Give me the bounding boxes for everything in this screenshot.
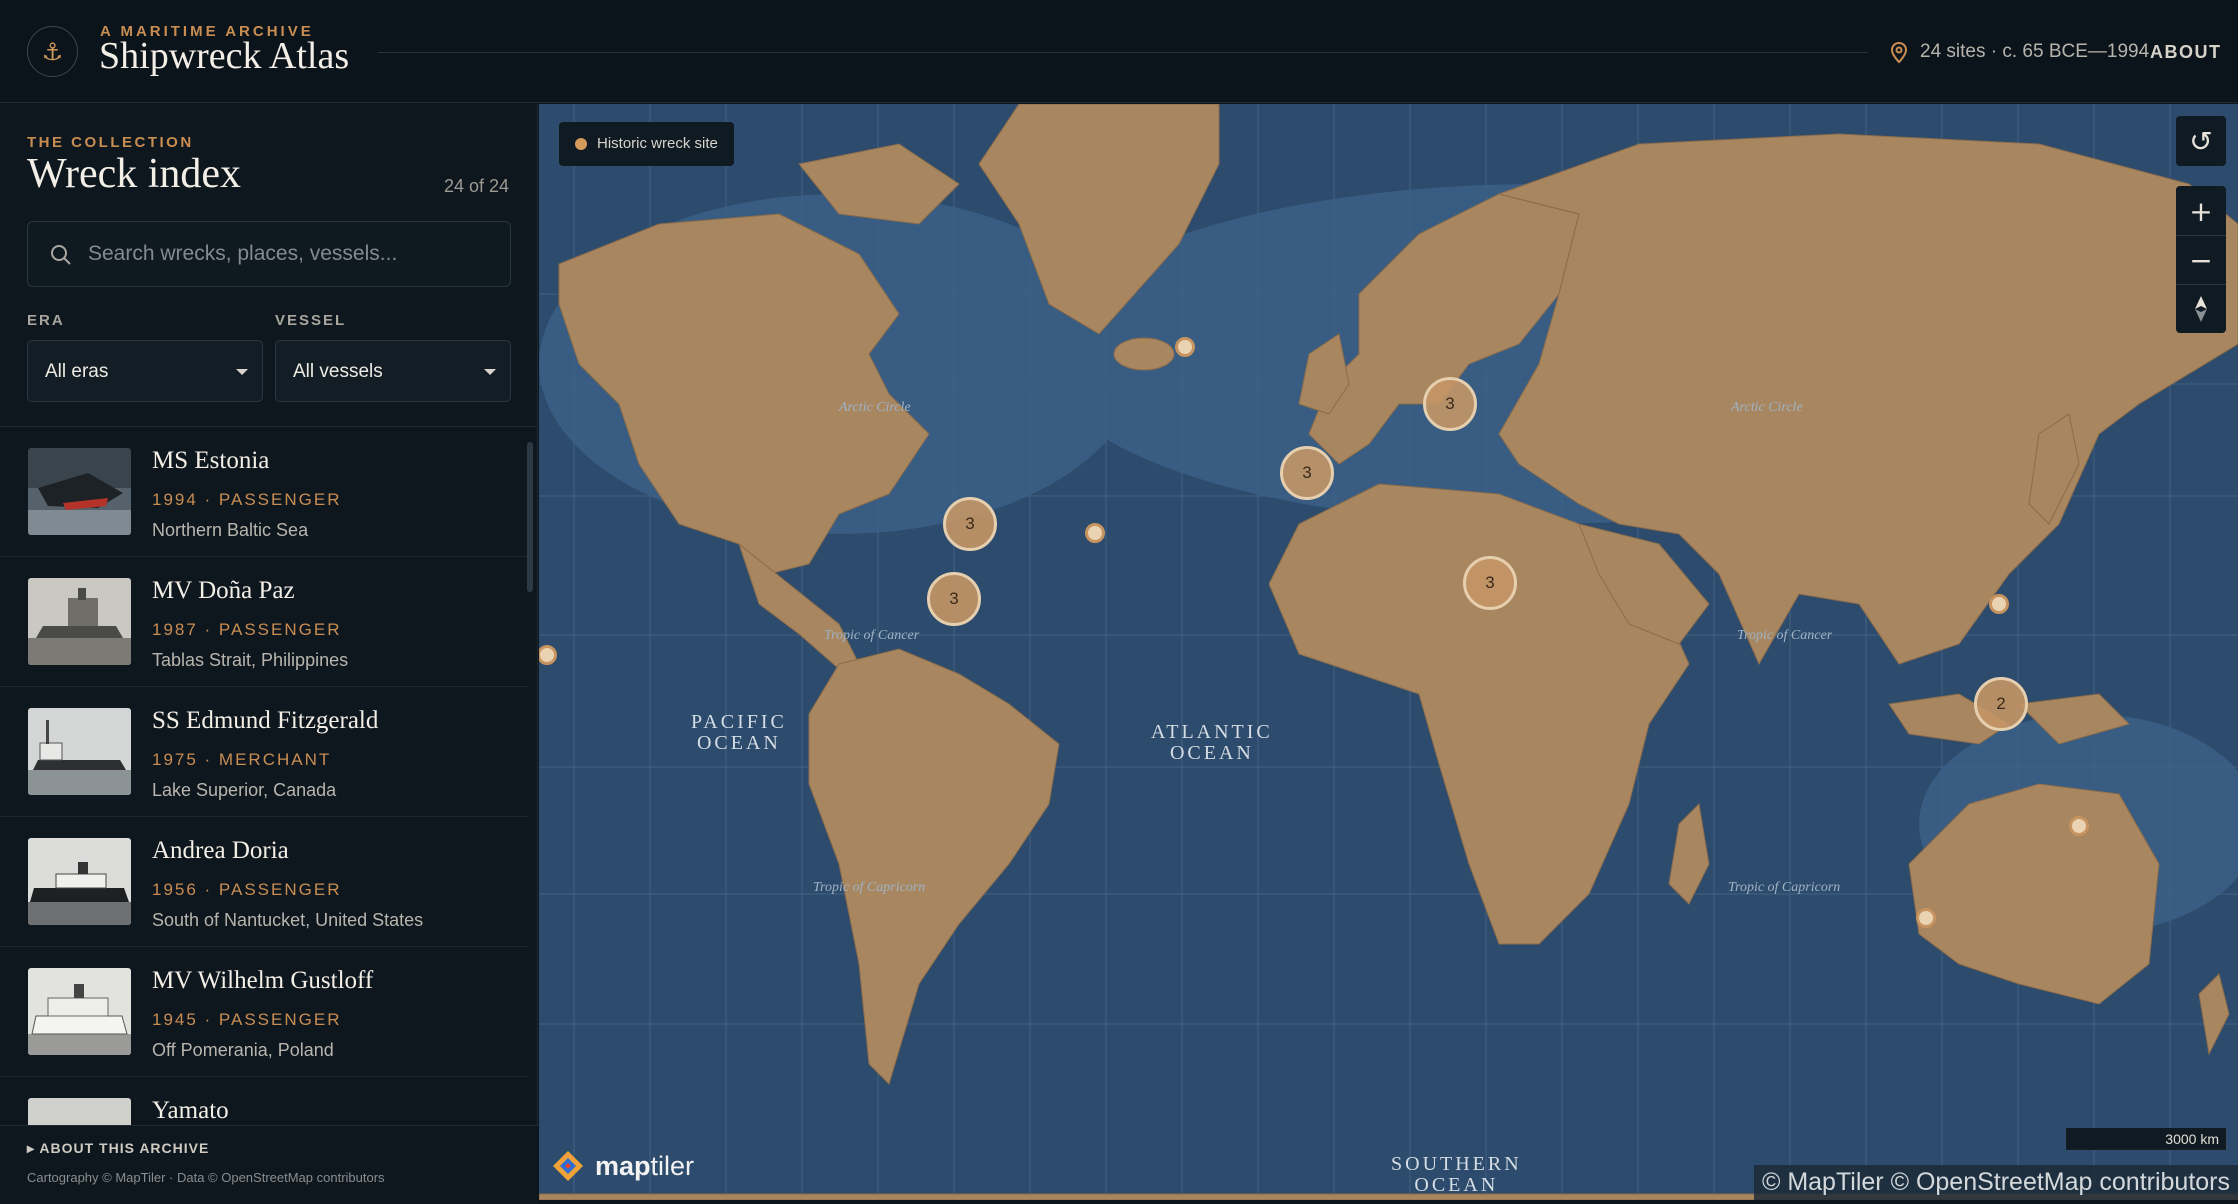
zoom-controls: + − (2176, 186, 2226, 333)
era-select[interactable]: All eras (27, 340, 263, 402)
wreck-meta: 1956 · PASSENGER (152, 880, 342, 899)
world-map[interactable]: Historic wreck site ↺ + − Arctic Circle … (539, 104, 2238, 1200)
wreck-marker[interactable] (1175, 337, 1195, 357)
reset-view-button[interactable]: ↺ (2176, 116, 2226, 166)
compass-button[interactable] (2176, 284, 2226, 334)
pacific-ocean-label: PACIFIC OCEAN (691, 711, 787, 754)
reset-icon: ↺ (2189, 124, 2213, 158)
wreck-list[interactable]: MS Estonia 1994 · PASSENGER Northern Bal… (0, 427, 528, 1125)
vessel-value: All vessels (293, 361, 383, 382)
location-pin-icon (1890, 42, 1908, 64)
wreck-cluster[interactable]: 3 (1280, 446, 1334, 500)
wreck-list-item[interactable]: SS Edmund Fitzgerald 1975 · MERCHANT Lak… (0, 687, 528, 817)
wreck-list-item[interactable]: MV Wilhelm Gustloff 1945 · PASSENGER Off… (0, 947, 528, 1077)
result-count: 24 of 24 (443, 176, 509, 196)
arctic-circle-label: Arctic Circle (839, 400, 911, 415)
zoom-in-icon: + (2189, 194, 2213, 228)
wreck-location: Northern Baltic Sea (152, 520, 309, 540)
wreck-meta: 1975 · MERCHANT (152, 750, 332, 769)
wreck-name: MV Doña Paz (152, 577, 295, 604)
wreck-cluster[interactable]: 3 (943, 497, 997, 551)
wreck-location: Off Pomerania, Poland (152, 1040, 334, 1060)
chevron-down-icon (236, 369, 248, 375)
wreck-thumbnail (28, 1098, 131, 1125)
wreck-list-item[interactable]: MS Estonia 1994 · PASSENGER Northern Bal… (0, 427, 528, 557)
zoom-out-icon: − (2189, 243, 2213, 277)
legend-label: Historic wreck site (597, 135, 718, 152)
collection-kicker: THE COLLECTION (27, 134, 194, 151)
map-attribution[interactable]: © MapTiler © OpenStreetMap contributors (1753, 1165, 2238, 1200)
wreck-list-item[interactable]: Yamato (0, 1077, 528, 1125)
search-icon (51, 245, 71, 265)
wreck-cluster[interactable]: 2 (1974, 677, 2028, 731)
wreck-meta: 1987 · PASSENGER (152, 620, 342, 639)
wreck-list-item[interactable]: Andrea Doria 1956 · PASSENGER South of N… (0, 817, 528, 947)
header-divider (378, 52, 1868, 53)
wreck-name: Andrea Doria (152, 837, 289, 864)
sidebar-footer: ▸ ABOUT THIS ARCHIVE Cartography © MapTi… (0, 1125, 538, 1204)
index-title: Wreck index (27, 151, 242, 197)
cartography-credit: Cartography © MapTiler · Data © OpenStre… (27, 1170, 385, 1185)
app-header: ⚓ A MARITIME ARCHIVE Shipwreck Atlas 24 … (0, 0, 2238, 103)
wreck-marker[interactable] (2069, 816, 2089, 836)
map-basemap (539, 104, 2238, 1200)
wreck-cluster[interactable]: 3 (927, 572, 981, 626)
list-scrollbar[interactable] (527, 442, 533, 592)
wreck-name: MS Estonia (152, 447, 270, 474)
maptiler-logo[interactable]: maptiler (551, 1146, 694, 1186)
wreck-dot-icon (575, 138, 587, 150)
tropic-capricorn-label: Tropic of Capricorn (813, 880, 926, 895)
chevron-down-icon (484, 369, 496, 375)
zoom-out-button[interactable]: − (2176, 235, 2226, 285)
map-legend: Historic wreck site (559, 122, 734, 166)
wreck-marker[interactable] (1989, 594, 2009, 614)
wreck-thumbnail (28, 968, 131, 1055)
wreck-thumbnail (28, 578, 131, 665)
vessel-label: VESSEL (275, 312, 347, 329)
maptiler-wordmark: maptiler (595, 1150, 695, 1181)
sidebar: THE COLLECTION Wreck index 24 of 24 ERA … (0, 104, 538, 1204)
wreck-cluster[interactable]: 3 (1463, 556, 1517, 610)
wreck-location: Tablas Strait, Philippines (152, 650, 349, 670)
about-archive-toggle[interactable]: ▸ ABOUT THIS ARCHIVE (27, 1140, 209, 1157)
wreck-location: South of Nantucket, United States (152, 910, 424, 930)
wreck-list-item[interactable]: MV Doña Paz 1987 · PASSENGER Tablas Stra… (0, 557, 528, 687)
scale-bar: 3000 km (2066, 1128, 2226, 1150)
vessel-select[interactable]: All vessels (275, 340, 511, 402)
wreck-thumbnail (28, 448, 131, 535)
site-count: 24 sites · c. 65 BCE—1994 (1920, 41, 2150, 62)
era-label: ERA (27, 312, 65, 329)
tropic-cancer-label: Tropic of Cancer (1737, 628, 1833, 643)
southern-ocean-label: SOUTHERN OCEAN (1391, 1153, 1522, 1196)
anchor-icon[interactable]: ⚓ (27, 26, 78, 77)
wreck-meta: 1945 · PASSENGER (152, 1010, 342, 1029)
wreck-marker[interactable] (1916, 908, 1936, 928)
atlantic-ocean-label: ATLANTIC OCEAN (1151, 721, 1273, 764)
compass-icon (2195, 296, 2207, 322)
wreck-marker[interactable] (1085, 523, 1105, 543)
wreck-cluster[interactable]: 3 (1423, 377, 1477, 431)
wreck-name: Yamato (152, 1097, 229, 1124)
wreck-name: MV Wilhelm Gustloff (152, 967, 374, 994)
zoom-in-button[interactable]: + (2176, 186, 2226, 236)
wreck-thumbnail (28, 838, 131, 925)
search-input[interactable] (88, 222, 498, 286)
wreck-thumbnail (28, 708, 131, 795)
tropic-capricorn-label: Tropic of Capricorn (1728, 880, 1841, 895)
brand-title[interactable]: Shipwreck Atlas (99, 34, 349, 78)
era-value: All eras (45, 361, 109, 382)
about-link[interactable]: ABOUT (2150, 42, 2222, 63)
arctic-circle-label: Arctic Circle (1731, 400, 1803, 415)
wreck-name: SS Edmund Fitzgerald (152, 707, 379, 734)
wreck-meta: 1994 · PASSENGER (152, 490, 342, 509)
tropic-cancer-label: Tropic of Cancer (824, 628, 920, 643)
wreck-location: Lake Superior, Canada (152, 780, 337, 800)
search-box[interactable] (27, 221, 511, 287)
maptiler-mark-icon (553, 1151, 583, 1181)
